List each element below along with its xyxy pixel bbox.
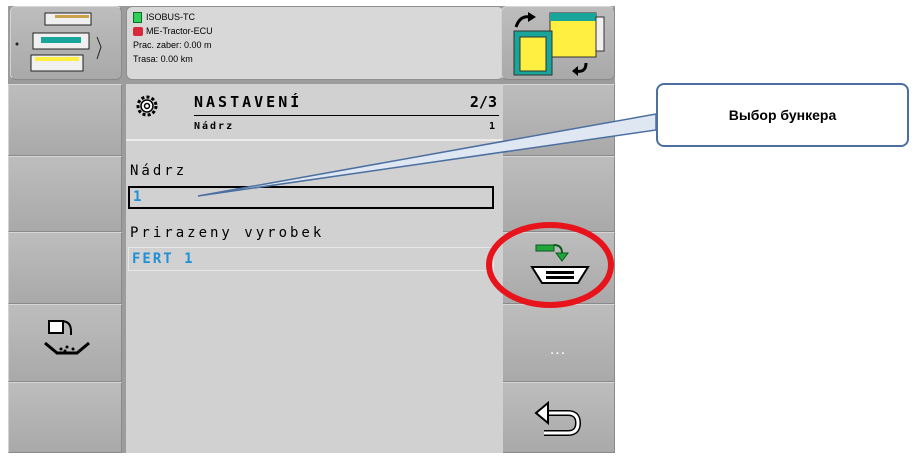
- back-arrow-icon: [534, 400, 582, 436]
- softkey-back[interactable]: [501, 382, 615, 453]
- map-layout-icon: [15, 12, 102, 72]
- product-label: Prirazeny vyrobek: [130, 225, 325, 241]
- document-icon: [133, 11, 142, 23]
- callout-box: Выбор бункера: [656, 83, 909, 147]
- tank-input[interactable]: 1: [128, 186, 494, 209]
- callout-text: Выбор бункера: [728, 107, 837, 123]
- more-label: ...: [549, 341, 567, 358]
- hopper-select-icon: [530, 244, 590, 284]
- softkey-top-left[interactable]: [10, 6, 122, 80]
- header-line-2: ME-Tractor-ECU: [146, 26, 213, 36]
- softkey-top-right[interactable]: [501, 6, 615, 80]
- subtitle: Nádrz: [194, 121, 235, 132]
- swap-layout-icon: [513, 12, 605, 76]
- page-indicator: 2/3: [469, 93, 497, 111]
- header-line-1: ISOBUS-TC: [146, 12, 196, 22]
- title-underline: [194, 115, 499, 116]
- gear-icon: [136, 95, 158, 117]
- softkey-left-spreader[interactable]: [8, 304, 122, 382]
- softkey-left-5[interactable]: [8, 382, 122, 453]
- tractor-icon: [133, 26, 143, 36]
- product-field[interactable]: FERT 1: [128, 247, 494, 271]
- tank-label: Nádrz: [130, 163, 188, 179]
- softkey-right-1[interactable]: [501, 84, 615, 156]
- page-title: NASTAVENÍ: [194, 93, 303, 111]
- softkey-right-2[interactable]: [501, 156, 615, 232]
- spreader-icon: [44, 320, 90, 355]
- header-separator: [126, 139, 503, 141]
- softkey-left-3[interactable]: [8, 232, 122, 304]
- settings-mask: NASTAVENÍ 2/3 Nádrz 1 Nádrz 1 Prirazeny …: [126, 84, 503, 453]
- header-line-3: Prac. zaber: 0.00 m: [133, 40, 212, 50]
- subtitle-value: 1: [488, 121, 495, 132]
- softkey-more[interactable]: ...: [501, 304, 615, 382]
- header-info-panel: ISOBUS-TC ME-Tractor-ECU Prac. zaber: 0.…: [126, 6, 504, 80]
- softkey-left-1[interactable]: [8, 84, 122, 156]
- header-line-4: Trasa: 0.00 km: [133, 54, 193, 64]
- softkey-left-2[interactable]: [8, 156, 122, 232]
- terminal-screen: ISOBUS-TC ME-Tractor-ECU Prac. zaber: 0.…: [8, 6, 615, 453]
- softkey-select-hopper[interactable]: [501, 232, 615, 304]
